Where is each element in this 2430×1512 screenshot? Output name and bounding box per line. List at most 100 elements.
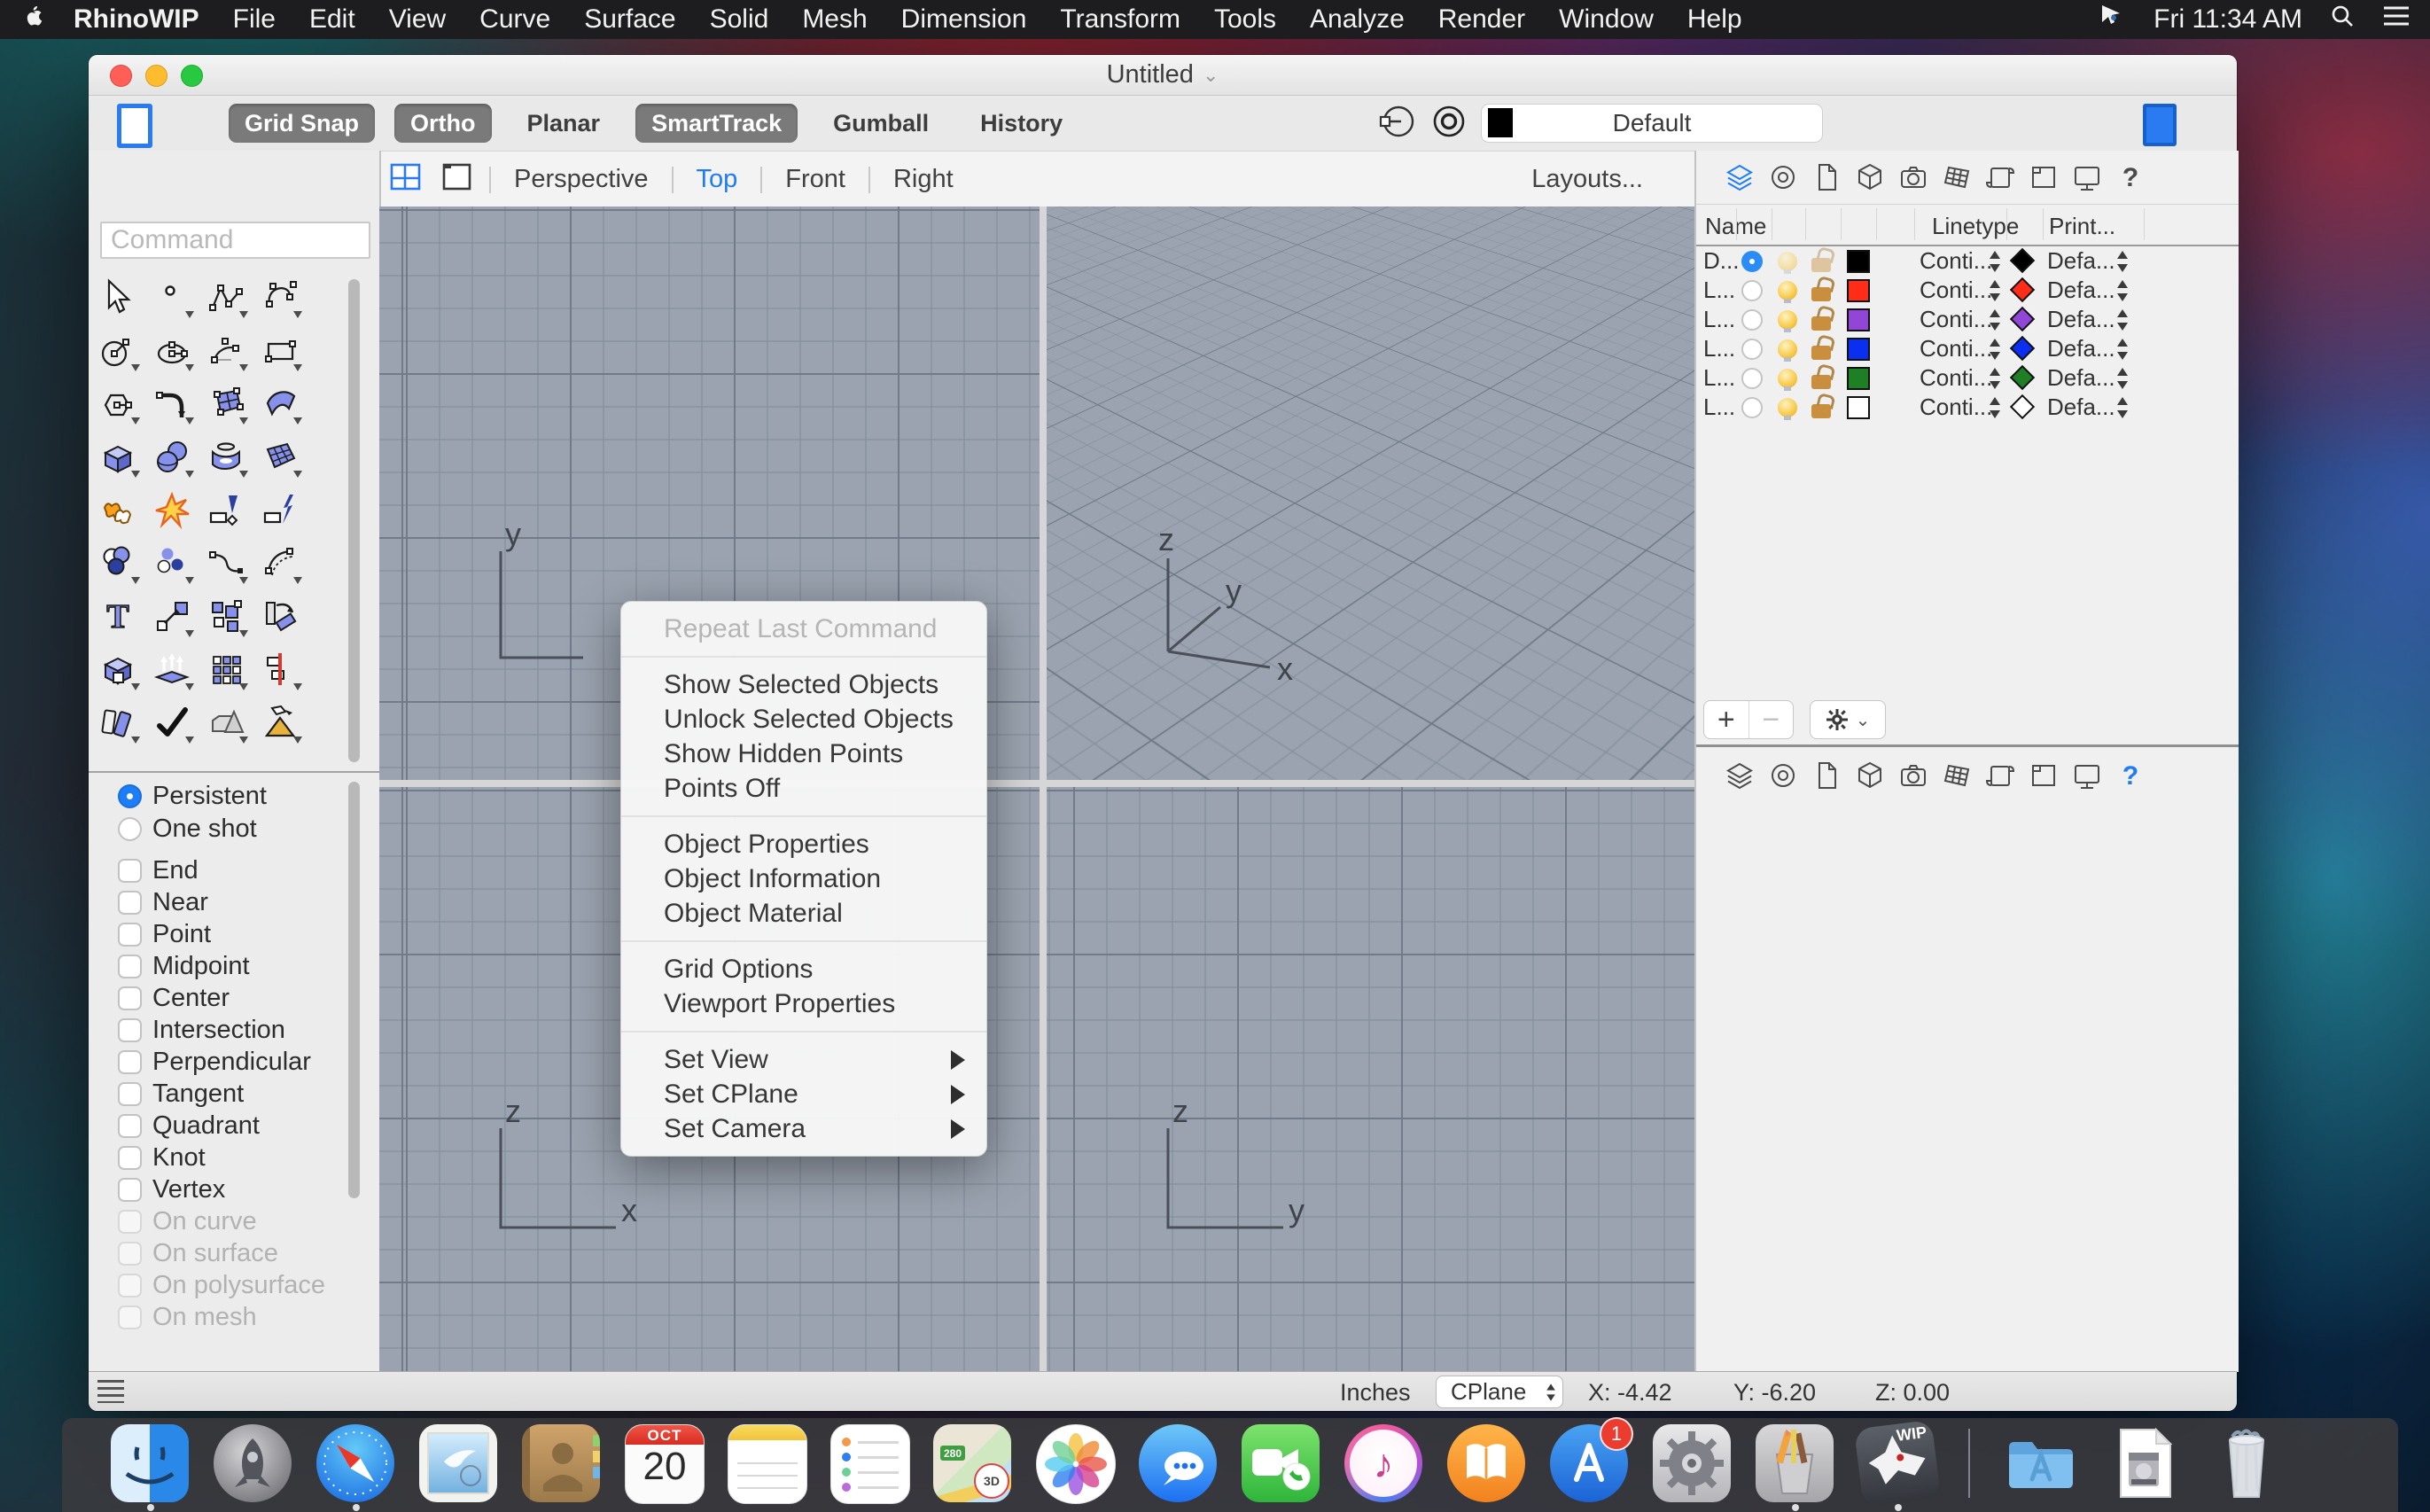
menu-rhinowip[interactable]: RhinoWIP [57,4,216,35]
layer-color-swatch[interactable] [1847,279,1870,302]
layer-lock-icon[interactable] [1811,276,1831,305]
menu-item-viewport-properties[interactable]: Viewport Properties [621,986,986,1021]
tool-revolve[interactable] [199,430,253,483]
tool-display-mode[interactable] [199,749,253,769]
right-panel-toggle-icon[interactable] [2143,104,2177,146]
checkbox-knot[interactable]: Knot [89,1142,379,1173]
dock-app-store[interactable]: 1 [1550,1417,1633,1506]
layer-row[interactable]: L... Conti... Defa... [1696,363,2239,393]
dock-rhino-wip[interactable]: WIP [1853,1419,1942,1511]
units-label[interactable]: Inches [1340,1379,1411,1407]
display-mode-dropdown[interactable]: Default [1481,104,1823,143]
scroll-icon[interactable] [1985,162,2015,192]
layer-material-diamond[interactable] [2009,247,2036,274]
menu-item-set-view[interactable]: Set View [621,1042,986,1077]
layer-visible-bulb-icon[interactable] [1778,305,1797,334]
menu-mesh[interactable]: Mesh [785,4,884,35]
dock-trash[interactable] [2208,1424,2286,1506]
menu-bar-clock[interactable]: Fri 11:34 AM [2154,4,2302,35]
menu-file[interactable]: File [216,4,292,35]
current-layer-radio[interactable] [1741,363,1763,393]
dock-facetime[interactable] [1242,1424,1320,1506]
toggle-ortho[interactable]: Ortho [394,104,492,143]
grid-icon[interactable] [1942,162,1972,192]
layer-row[interactable]: D... Conti... Defa... [1696,246,2239,276]
tool-zoom[interactable] [90,749,144,769]
current-layer-radio[interactable] [1741,246,1763,276]
tool-control-point-curve[interactable] [253,270,307,323]
layer-visible-bulb-icon[interactable] [1778,246,1797,276]
menu-analyze[interactable]: Analyze [1293,4,1421,35]
checkbox-perpendicular[interactable]: Perpendicular [89,1046,379,1078]
tool-sphere-outline[interactable] [253,749,307,769]
tool-polyline[interactable] [199,270,253,323]
layer-color-swatch[interactable] [1847,308,1870,331]
layer-actions-button[interactable]: ⌄ [1810,700,1886,739]
add-layer-button[interactable]: + [1704,701,1749,738]
layer-material-diamond[interactable] [2009,306,2036,332]
tool-block[interactable] [199,589,253,643]
dock-launchpad[interactable] [214,1424,292,1506]
layer-row[interactable]: L... Conti... Defa... [1696,305,2239,334]
dock-drawing-tools[interactable] [1756,1424,1834,1511]
dock-disk-image[interactable] [2105,1424,2183,1506]
status-menu-icon[interactable] [97,1380,124,1403]
menu-item-points-off[interactable]: Points Off [621,771,986,806]
scroll-icon[interactable] [1985,760,2015,791]
toggle-grid-snap[interactable]: Grid Snap [229,104,376,143]
menu-item-object-information[interactable]: Object Information [621,861,986,896]
dock-finder[interactable] [111,1424,189,1511]
current-layer-radio[interactable] [1741,276,1763,305]
checkbox-point[interactable]: Point [89,918,379,950]
layer-material-diamond[interactable] [2009,335,2036,362]
camera-icon[interactable] [1898,162,1928,192]
menu-edit[interactable]: Edit [292,4,372,35]
checkbox-tangent[interactable]: Tangent [89,1078,379,1110]
tool-color-tools[interactable] [90,536,144,589]
dock-messages[interactable] [1139,1424,1217,1506]
command-input[interactable] [100,222,370,259]
page-icon[interactable] [1811,760,1842,791]
tool-solid-tools[interactable] [90,643,144,696]
checkbox-quadrant[interactable]: Quadrant [89,1110,379,1142]
layer-visible-bulb-icon[interactable] [1778,334,1797,363]
tool-bend-surface[interactable] [253,377,307,430]
tool-arc[interactable] [199,323,253,377]
layers-icon[interactable] [1725,162,1755,192]
tool-check[interactable] [144,696,199,749]
tool-orient[interactable] [253,589,307,643]
menu-item-set-camera[interactable]: Set Camera [621,1111,986,1146]
apple-logo-icon[interactable] [0,6,57,33]
left-sidebar-toggle-icon[interactable] [117,104,152,148]
search-icon[interactable] [2329,3,2356,36]
dock-ibooks[interactable] [1447,1424,1525,1506]
menu-item-unlock-selected-objects[interactable]: Unlock Selected Objects [621,702,986,737]
tool-surface-grid[interactable] [253,430,307,483]
layer-row[interactable]: L... Conti... Defa... [1696,334,2239,363]
tool-box[interactable] [90,430,144,483]
layer-color-swatch[interactable] [1847,396,1870,419]
title-chevron-down-icon[interactable]: ⌄ [1203,64,1219,87]
tool-polygon[interactable] [90,377,144,430]
menu-window[interactable]: Window [1542,4,1671,35]
menu-view[interactable]: View [372,4,463,35]
tool-circle[interactable] [90,323,144,377]
tool-plugins[interactable] [90,483,144,536]
dock-photos[interactable] [1036,1424,1116,1506]
properties-icon[interactable] [1768,162,1798,192]
tool-sphere[interactable] [144,430,199,483]
tool-rectangle[interactable] [253,323,307,377]
dock-calendar[interactable]: OCT 20 [625,1424,705,1506]
current-layer-radio[interactable] [1741,393,1763,422]
tool-offset-curve[interactable] [253,536,307,589]
box-icon[interactable] [1855,760,1885,791]
toggle-smarttrack[interactable]: SmartTrack [635,104,798,143]
dock-reminders[interactable] [830,1424,910,1506]
display-icon[interactable] [2072,760,2102,791]
tool-array[interactable] [199,643,253,696]
tool-material[interactable] [253,696,307,749]
clipping-plane-icon[interactable] [1378,102,1417,145]
tool-offset-surface[interactable] [90,696,144,749]
viewport-right[interactable]: z y [1047,787,1694,1372]
viewport-perspective[interactable]: z y x [1047,207,1694,780]
